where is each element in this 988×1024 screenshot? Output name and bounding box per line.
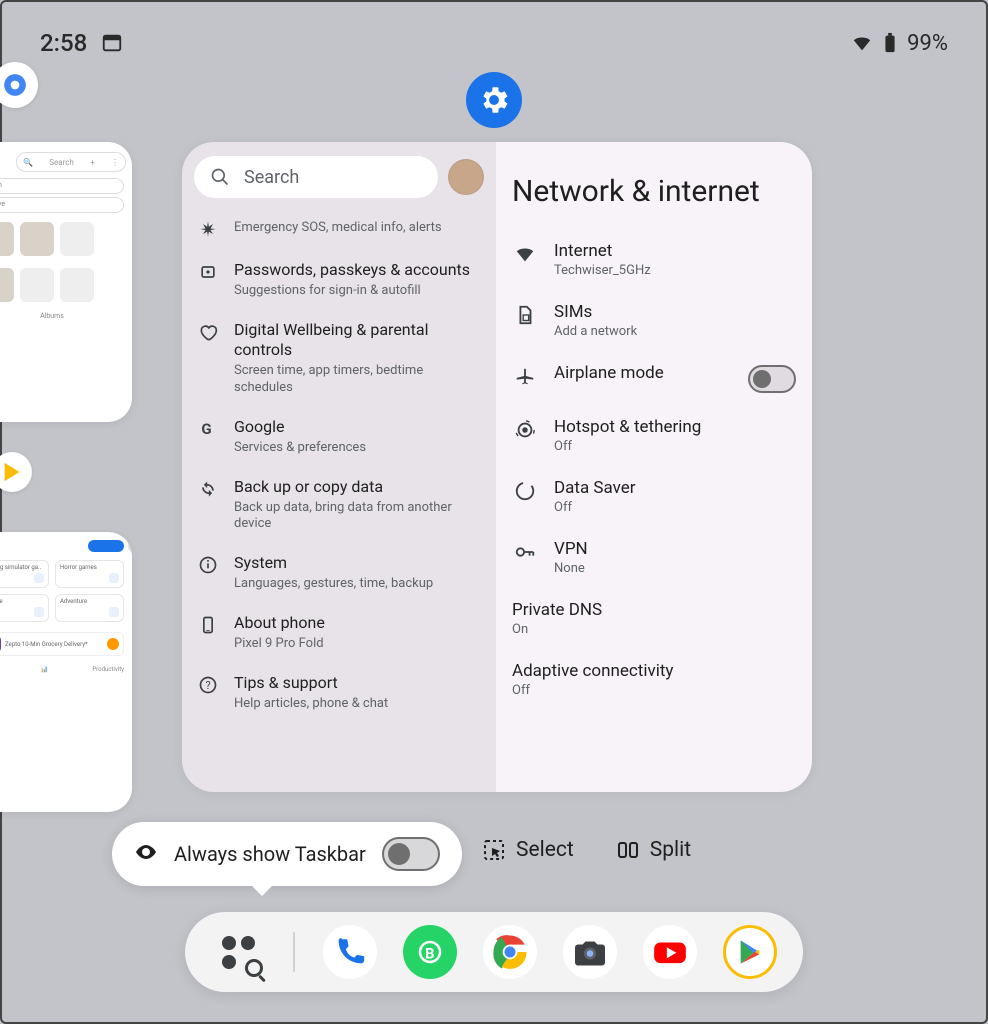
peek-search: 🔍Search+⋮ (16, 152, 126, 172)
peek-pill (88, 540, 124, 552)
play-icon (736, 938, 764, 966)
bottom-tabs: Social📊Productivity (0, 666, 124, 673)
peek-field-from: from (0, 178, 124, 194)
net-airplane[interactable]: Airplane mode (506, 351, 802, 405)
phone-icon (196, 615, 220, 635)
key-icon (196, 262, 220, 282)
airplane-icon (512, 365, 538, 387)
setting-wellbeing[interactable]: Digital Wellbeing & parental controlsScr… (188, 310, 490, 407)
setting-safety[interactable]: Emergency SOS, medical info, alerts (188, 208, 490, 250)
taskbar-popup[interactable]: Always show Taskbar (112, 822, 462, 886)
thumb (0, 222, 14, 256)
calendar-icon (101, 32, 123, 54)
settings-app-icon[interactable] (466, 72, 522, 128)
search-input[interactable]: Search (194, 156, 438, 198)
airplane-toggle[interactable] (748, 365, 796, 393)
cat-tile: Racing simulator ga.. (0, 560, 49, 588)
net-datasaver[interactable]: Data SaverOff (506, 466, 802, 527)
vpn-icon (512, 541, 538, 563)
setting-tips[interactable]: ? Tips & supportHelp articles, phone & c… (188, 663, 490, 723)
svg-text:G: G (201, 420, 211, 438)
wifi-icon (851, 32, 873, 54)
search-placeholder: Search (244, 167, 299, 188)
info-icon (196, 555, 220, 575)
play-store-app[interactable] (723, 925, 777, 979)
battery-icon (879, 32, 901, 54)
whatsapp-business-app[interactable]: B (403, 925, 457, 979)
net-vpn[interactable]: VPNNone (506, 527, 802, 588)
camera-icon (572, 934, 608, 970)
battery-percent: 99% (907, 31, 948, 56)
profile-avatar[interactable] (448, 159, 484, 195)
setting-about[interactable]: About phonePixel 9 Pro Fold (188, 603, 490, 663)
net-privatedns[interactable]: Private DNSOn (506, 588, 802, 649)
taskbar-dock[interactable]: B (185, 912, 803, 992)
thumb (0, 268, 14, 302)
select-icon (482, 838, 506, 862)
setting-passwords[interactable]: Passwords, passkeys & accountsSuggestion… (188, 250, 490, 310)
recents-card-playstore[interactable]: Racing simulator ga.. Horror games Puzzl… (0, 532, 132, 812)
settings-detail-pane: Network & internet InternetTechwiser_5GH… (496, 142, 812, 792)
cat-tile: Adventure (55, 594, 124, 622)
thumb (20, 222, 54, 256)
asterisk-icon (196, 220, 220, 240)
dock-divider (293, 932, 295, 972)
taskbar-toggle[interactable] (382, 837, 440, 871)
clock: 2:58 (40, 29, 87, 57)
status-bar: 2:58 99% (2, 28, 986, 58)
youtube-icon (651, 933, 689, 971)
search-icon (245, 959, 263, 977)
eye-icon (134, 840, 158, 868)
wifi-icon (512, 243, 538, 265)
peek-field-to: Arrive (0, 197, 124, 213)
sim-icon (512, 304, 538, 326)
app-drawer-button[interactable] (211, 925, 265, 979)
svg-text:?: ? (206, 679, 211, 692)
recents-card-settings[interactable]: Search Emergency SOS, medical info, aler… (182, 142, 812, 792)
settings-left-pane: Search Emergency SOS, medical info, aler… (182, 142, 496, 792)
heart-icon (196, 322, 220, 342)
gear-icon (477, 83, 511, 117)
recents-actions: Select Split (482, 838, 691, 862)
promo-tile: Zepto 10-Min Grocery Delivery* (0, 632, 124, 656)
cat-tile: Puzzle (0, 594, 49, 622)
setting-system[interactable]: SystemLanguages, gestures, time, backup (188, 543, 490, 603)
whatsapp-icon: B (415, 937, 445, 967)
recents-card-photos[interactable]: 🔍Search+⋮ from Arrive Albums (0, 142, 132, 422)
recents-app-bubble-photos[interactable] (0, 62, 38, 108)
chrome-icon (488, 930, 532, 974)
select-action[interactable]: Select (482, 838, 574, 862)
cat-tile: Horror games (55, 560, 124, 588)
thumb (60, 222, 94, 256)
phone-app[interactable] (323, 925, 377, 979)
net-adaptive[interactable]: Adaptive connectivityOff (506, 649, 802, 710)
svg-text:B: B (425, 944, 435, 962)
chrome-app[interactable] (483, 925, 537, 979)
datasaver-icon (512, 480, 538, 502)
thumb (60, 268, 94, 302)
albums-label: Albums (0, 312, 132, 320)
youtube-app[interactable] (643, 925, 697, 979)
hotspot-icon (512, 419, 538, 441)
recents-app-bubble-play[interactable] (0, 452, 32, 492)
net-sims[interactable]: SIMsAdd a network (506, 290, 802, 351)
search-icon (210, 167, 230, 187)
popup-label: Always show Taskbar (174, 842, 366, 866)
camera-app[interactable] (563, 925, 617, 979)
google-icon: G (196, 419, 220, 439)
split-icon (616, 838, 640, 862)
detail-heading: Network & internet (506, 142, 802, 229)
setting-backup[interactable]: Back up or copy dataBack up data, bring … (188, 467, 490, 544)
net-hotspot[interactable]: Hotspot & tetheringOff (506, 405, 802, 466)
phone-icon (333, 935, 367, 969)
net-internet[interactable]: InternetTechwiser_5GHz (506, 229, 802, 290)
setting-google[interactable]: G GoogleServices & preferences (188, 407, 490, 467)
split-action[interactable]: Split (616, 838, 691, 862)
thumb (20, 268, 54, 302)
sync-icon (196, 479, 220, 499)
settings-list[interactable]: Emergency SOS, medical info, alerts Pass… (182, 206, 496, 792)
help-icon: ? (196, 675, 220, 695)
